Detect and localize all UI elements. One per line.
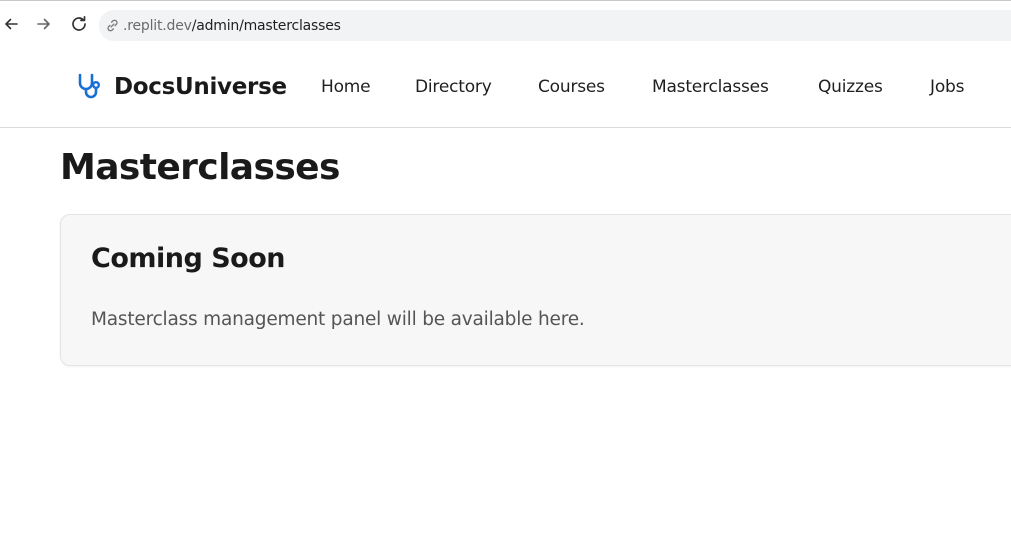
arrow-right-icon xyxy=(35,15,53,33)
nav-directory[interactable]: Directory xyxy=(415,77,492,97)
browser-toolbar: .replit.dev/admin/masterclasses xyxy=(0,0,1011,46)
forward-button[interactable] xyxy=(33,13,55,35)
url-host: .replit.dev xyxy=(123,17,192,34)
nav-jobs[interactable]: Jobs xyxy=(930,77,964,97)
reload-button[interactable] xyxy=(68,13,90,35)
brand-name: DocsUniverse xyxy=(114,74,287,100)
nav-masterclasses[interactable]: Masterclasses xyxy=(652,77,769,97)
nav-courses[interactable]: Courses xyxy=(538,77,605,97)
page-title: Masterclasses xyxy=(60,147,340,188)
link-icon xyxy=(105,18,120,33)
reload-icon xyxy=(69,14,89,34)
stethoscope-icon xyxy=(74,71,106,103)
card-description: Masterclass management panel will be ava… xyxy=(91,309,585,330)
arrow-left-icon xyxy=(2,15,20,33)
coming-soon-card: Coming Soon Masterclass management panel… xyxy=(60,214,1011,366)
card-title: Coming Soon xyxy=(91,243,285,274)
url-path: /admin/masterclasses xyxy=(191,17,341,34)
brand-logo[interactable]: DocsUniverse xyxy=(74,70,287,104)
nav-quizzes[interactable]: Quizzes xyxy=(818,77,883,97)
site-header: DocsUniverse Home Directory Courses Mast… xyxy=(0,46,1011,128)
nav-home[interactable]: Home xyxy=(321,77,371,97)
address-bar[interactable]: .replit.dev/admin/masterclasses xyxy=(99,10,1011,41)
back-button[interactable] xyxy=(0,13,22,35)
